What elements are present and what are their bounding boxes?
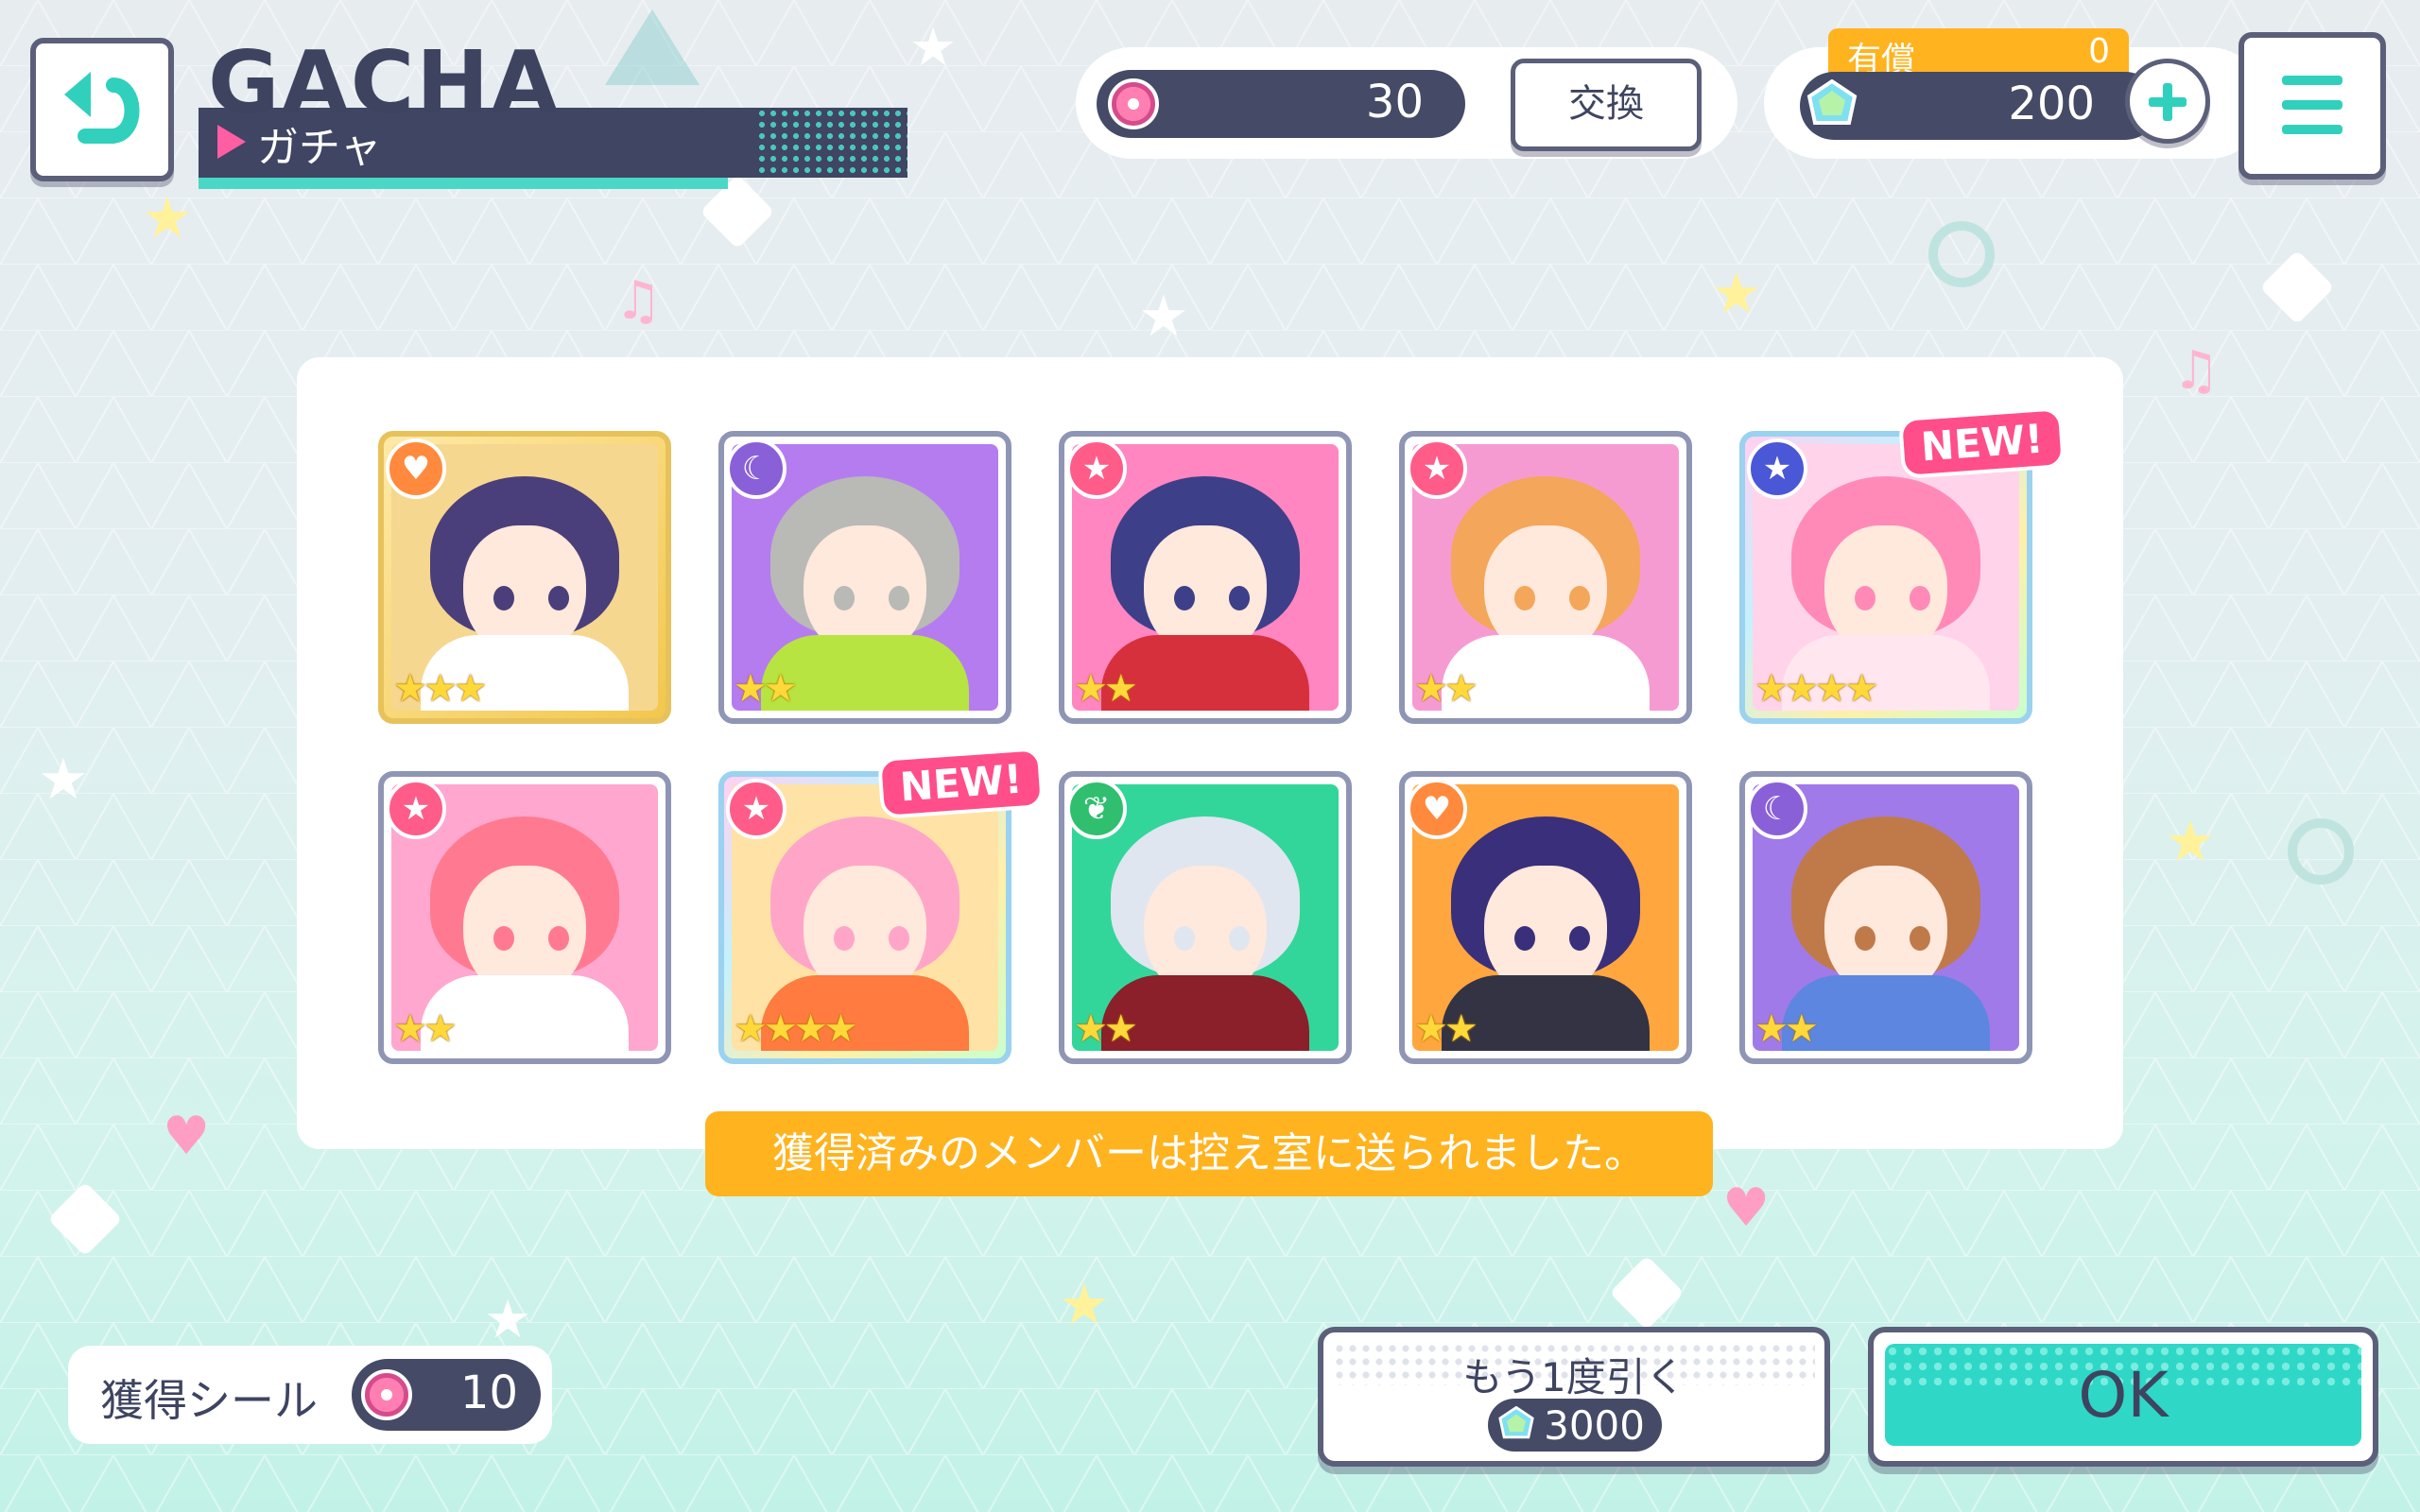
draw-cost-pill: 3000 — [1488, 1399, 1662, 1452]
moon-attribute-icon: ☾ — [1747, 779, 1807, 839]
exchange-button[interactable]: 交換 — [1511, 59, 1702, 151]
deco-badge-1: ★ — [142, 185, 193, 251]
gem-icon — [1806, 79, 1858, 125]
moon-attribute-icon: ☾ — [726, 438, 786, 499]
results-panel: ♥ ★★★ ☾ ★★ ★ ★★ ★ ★★ ★ ★★★★ NEW! ★ ★★ ★ ★★★★ NEW! ❦ ★★ ♥ ★★… — [297, 357, 2123, 1149]
heart-attribute-icon: ♥ — [386, 438, 446, 499]
gem-count: 200 — [2008, 77, 2095, 130]
deco-badge-2: ★ — [1711, 261, 1762, 327]
seal-icon — [361, 1369, 412, 1420]
coin-count: 30 — [1365, 76, 1424, 129]
rarity-stars: ★★ — [1074, 667, 1138, 711]
add-gems-button[interactable] — [2125, 59, 2210, 144]
heart-attribute-icon: ♥ — [1407, 779, 1467, 839]
member-card[interactable]: ★ ★★ — [1059, 431, 1352, 724]
rarity-stars: ★★★★ — [1754, 667, 1878, 711]
coin-icon — [1108, 78, 1159, 129]
new-badge: NEW! — [876, 747, 1046, 819]
rarity-stars: ★★★ — [393, 667, 488, 711]
star-attribute-icon: ★ — [1407, 438, 1467, 499]
member-card[interactable]: ★ ★★★★ — [718, 771, 1011, 1064]
deco-star-4: ★ — [484, 1289, 532, 1350]
back-button[interactable] — [30, 38, 174, 181]
deco-star-2: ★ — [1138, 284, 1189, 350]
deco-star-3: ★ — [38, 747, 89, 813]
seal-label: 獲得シール — [100, 1375, 318, 1426]
rarity-stars: ★★ — [1414, 667, 1478, 711]
member-card[interactable]: ♥ ★★ — [1399, 771, 1692, 1064]
member-card[interactable]: ♥ ★★★ — [378, 431, 671, 724]
leaf-attribute-icon: ❦ — [1066, 779, 1127, 839]
paid-value: 0 — [2088, 32, 2110, 71]
rarity-stars: ★★ — [1754, 1007, 1819, 1051]
new-badge: NEW! — [1897, 406, 2066, 479]
notice-banner: 獲得済みのメンバーは控え室に送られました。 — [705, 1111, 1713, 1196]
seal-count: 10 — [459, 1366, 518, 1419]
paid-gem-tag: 有償 0 — [1828, 28, 2129, 79]
draw-again-label: もう1度引く — [1462, 1354, 1685, 1400]
back-arrow-icon — [64, 72, 140, 144]
seal-bar: 10 — [352, 1359, 541, 1431]
rarity-stars: ★★ — [393, 1007, 458, 1051]
star-attribute-icon: ★ — [1066, 438, 1127, 499]
subtitle-accent — [199, 178, 728, 189]
ok-button[interactable]: OK — [1868, 1327, 2378, 1467]
menu-icon — [2282, 76, 2342, 85]
deco-note-2: ♫ — [2172, 340, 2221, 402]
coin-bar: 30 — [1097, 70, 1465, 138]
seal-panel: 獲得シール 10 — [68, 1346, 552, 1444]
member-card[interactable]: ★ ★★★★ — [1739, 431, 2032, 724]
member-card[interactable]: ★ ★★ — [1399, 431, 1692, 724]
deco-badge-3: ★ — [2165, 809, 2216, 875]
member-card[interactable]: ❦ ★★ — [1059, 771, 1352, 1064]
rarity-stars: ★★ — [734, 667, 798, 711]
rarity-stars: ★★ — [1074, 1007, 1138, 1051]
gem-icon — [1498, 1406, 1534, 1439]
member-card[interactable]: ☾ ★★ — [718, 431, 1011, 724]
gem-bar: 200 — [1800, 72, 2159, 140]
deco-note-1: ♫ — [614, 270, 663, 332]
deco-ring-2 — [2288, 818, 2354, 885]
draw-cost: 3000 — [1544, 1402, 1645, 1449]
star-attribute-icon: ★ — [386, 779, 446, 839]
menu-button[interactable] — [2238, 32, 2386, 180]
rarity-stars: ★★★★ — [734, 1007, 857, 1051]
star-attribute-icon: ★ — [726, 779, 786, 839]
deco-ring-1 — [1928, 221, 1995, 287]
rarity-stars: ★★ — [1414, 1007, 1478, 1051]
page-header: GACHA ガチャ — [180, 23, 917, 193]
page-subtitle: ガチャ — [257, 124, 382, 172]
deco-heart-2: ♥ — [1722, 1177, 1771, 1239]
draw-again-button[interactable]: もう1度引く 3000 — [1318, 1327, 1830, 1467]
member-card[interactable]: ★ ★★ — [378, 771, 671, 1064]
deco-badge-4: ★ — [1059, 1272, 1110, 1338]
ok-label: OK — [2078, 1359, 2169, 1432]
play-triangle-icon — [217, 125, 246, 159]
deco-heart-1: ♥ — [163, 1106, 211, 1167]
star-attribute-icon: ★ — [1747, 438, 1807, 499]
member-card[interactable]: ☾ ★★ — [1739, 771, 2032, 1064]
